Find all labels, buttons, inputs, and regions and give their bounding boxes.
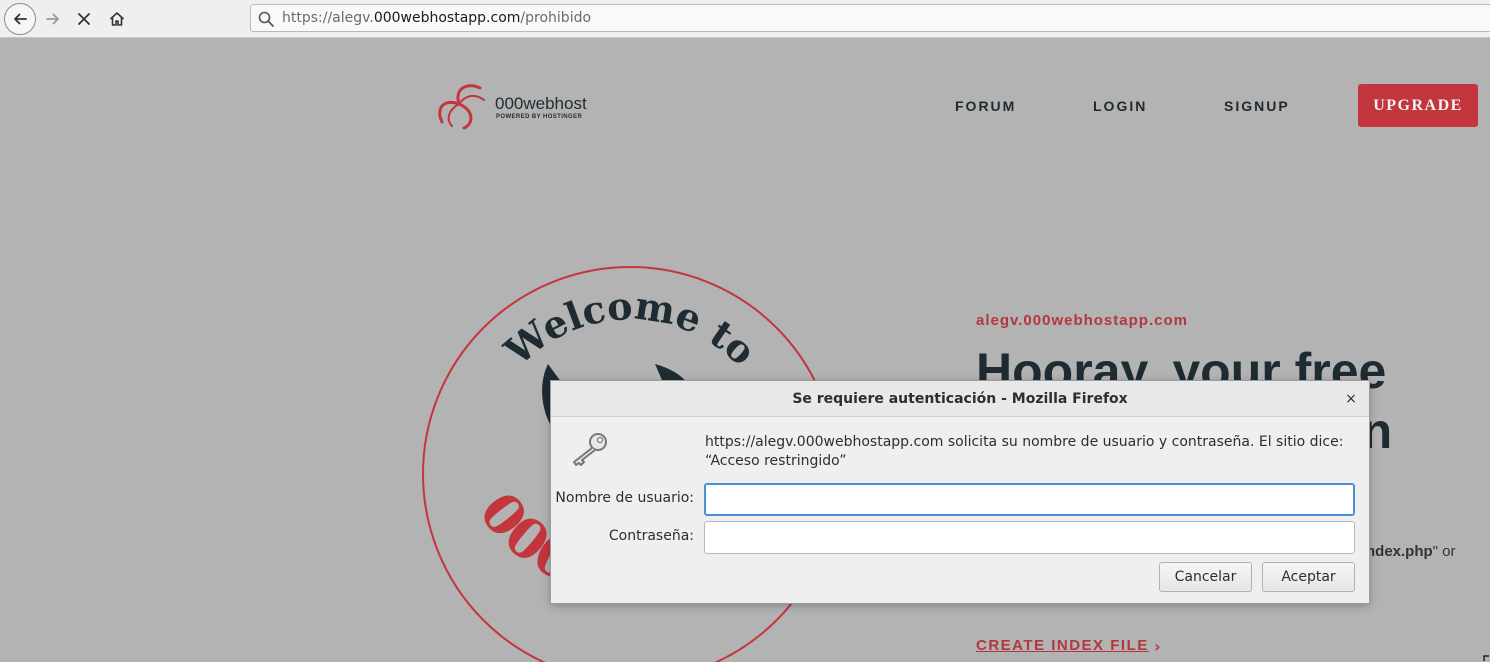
cancel-button[interactable]: Cancelar [1159,562,1252,592]
url-host: 000webhostapp.com [373,10,521,26]
site-hostname: alegv.000webhostapp.com [976,312,1188,329]
search-icon [258,11,274,27]
dialog-message: https://alegv.000webhostapp.com solicita… [705,434,1344,469]
hint-rest: " or [1432,543,1456,560]
url-text[interactable]: https://alegv.000webhostapp.com/prohibid… [282,10,591,26]
password-input[interactable] [704,521,1355,554]
username-input[interactable] [704,483,1355,516]
dialog-close-button[interactable]: × [1341,389,1361,409]
nav-forum-link[interactable]: FORUM [955,98,1016,114]
forward-button[interactable] [37,3,69,35]
password-label: Contraseña: [608,528,694,544]
hint-filename: ndex.php [1366,543,1433,560]
dialog-title: Se requiere autenticación - Mozilla Fire… [792,391,1128,407]
url-prefix: https://alegv. [282,10,374,26]
url-bar[interactable]: https://alegv.000webhostapp.com/prohibid… [250,4,1490,32]
logo-name: 000webhost [495,94,587,113]
resize-grip-icon[interactable] [1478,650,1490,662]
home-button[interactable] [101,3,133,35]
close-icon [78,13,90,25]
key-icon [573,433,607,466]
back-button[interactable] [4,3,36,35]
url-path: /prohibido [520,10,592,26]
hint-text: ndex.php" or [1366,543,1456,560]
logo-subtitle: POWERED BY HOSTINGER [496,114,583,120]
arrow-left-icon [14,13,27,25]
site-logo[interactable]: 000webhost POWERED BY HOSTINGER [428,80,598,132]
username-label: Nombre de usuario: [555,490,694,506]
chevron-right-icon: › [1154,637,1161,656]
nav-login-link[interactable]: LOGIN [1093,98,1147,114]
accept-button[interactable]: Aceptar [1262,562,1355,592]
home-icon [109,12,125,26]
auth-dialog: Se requiere autenticación - Mozilla Fire… [550,380,1370,604]
stop-loading-button[interactable] [68,3,100,35]
nav-signup-link[interactable]: SIGNUP [1224,98,1290,114]
create-index-file-link[interactable]: CREATE INDEX FILE [976,637,1149,654]
dialog-titlebar[interactable]: Se requiere autenticación - Mozilla Fire… [551,381,1369,417]
arrow-right-icon [46,13,59,25]
upgrade-button[interactable]: UPGRADE [1358,84,1478,127]
welcome-top-text: Welcome to [495,283,765,375]
browser-toolbar: https://alegv.000webhostapp.com/prohibid… [0,0,1490,38]
webhost-logo-icon [438,84,485,130]
